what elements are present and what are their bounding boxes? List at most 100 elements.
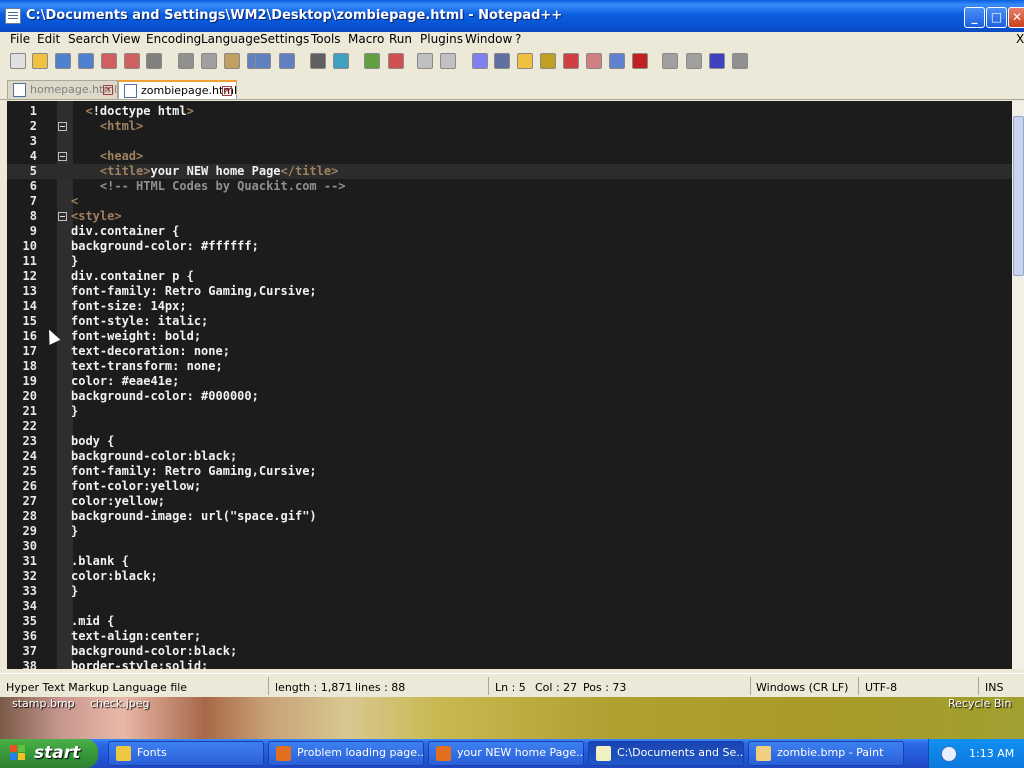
close-all-icon[interactable]	[124, 53, 140, 69]
stop-macro-icon[interactable]	[662, 53, 678, 69]
copy-icon[interactable]	[201, 53, 217, 69]
tab-homepage[interactable]: homepage.html ×	[7, 80, 118, 99]
desktop-icon-stamp[interactable]: stamp.bmp	[12, 697, 75, 710]
folder-icon[interactable]	[586, 53, 602, 69]
function-list-icon[interactable]	[540, 53, 556, 69]
code-line[interactable]: 2 <html>	[7, 119, 1012, 134]
play-macro-icon[interactable]	[686, 53, 702, 69]
doc-map-icon[interactable]	[563, 53, 579, 69]
save-macro-icon[interactable]	[732, 53, 748, 69]
print-icon[interactable]	[146, 53, 162, 69]
code-line[interactable]: 15 font-style: italic;	[7, 314, 1012, 329]
fold-toggle-icon[interactable]	[58, 212, 67, 221]
network-icon[interactable]	[941, 746, 957, 762]
code-line[interactable]: 32 color:black;	[7, 569, 1012, 584]
code-line[interactable]: 14 font-size: 14px;	[7, 299, 1012, 314]
save-icon[interactable]	[55, 53, 71, 69]
code-line[interactable]: 28 background-image: url("space.gif")	[7, 509, 1012, 524]
code-line[interactable]: 23 body {	[7, 434, 1012, 449]
code-line[interactable]: 21}	[7, 404, 1012, 419]
tab-zombiepage[interactable]: zombiepage.html ×	[118, 80, 237, 99]
code-line[interactable]: 36 text-align:center;	[7, 629, 1012, 644]
redo-icon[interactable]	[255, 53, 271, 69]
indent-guide-icon[interactable]	[494, 53, 510, 69]
code-line[interactable]: 31 .blank {	[7, 554, 1012, 569]
desktop-icon-recycle-bin[interactable]: Recycle Bin	[948, 697, 1011, 710]
desktop-icon-check[interactable]: check.jpeg	[90, 697, 150, 710]
code-line[interactable]: 7 <	[7, 194, 1012, 209]
zoom-in-icon[interactable]	[333, 53, 349, 69]
taskbar-task[interactable]: Fonts	[108, 741, 264, 766]
code-line[interactable]: 5 <title>your NEW home Page</title>	[7, 164, 1012, 179]
close-tab-icon[interactable]: ×	[222, 86, 232, 96]
maximize-button[interactable]: □	[986, 7, 1007, 28]
find-icon[interactable]	[279, 53, 295, 69]
menu-plugins[interactable]: Plugins	[420, 32, 463, 46]
code-line[interactable]: 11}	[7, 254, 1012, 269]
code-line[interactable]: 13 font-family: Retro Gaming,Cursive;	[7, 284, 1012, 299]
menu-close-doc[interactable]: X	[1016, 32, 1024, 46]
code-line[interactable]: 8 <style>	[7, 209, 1012, 224]
taskbar-task[interactable]: zombie.bmp - Paint	[748, 741, 904, 766]
menu-window[interactable]: Window	[465, 32, 512, 46]
menu-help[interactable]: ?	[515, 32, 521, 46]
code-line[interactable]: 12 div.container p {	[7, 269, 1012, 284]
code-line[interactable]: 38 border-style:solid;	[7, 659, 1012, 669]
new-file-icon[interactable]	[10, 53, 26, 69]
menu-run[interactable]: Run	[389, 32, 412, 46]
code-line[interactable]: 34	[7, 599, 1012, 614]
taskbar-task[interactable]: C:\Documents and Se...	[588, 741, 744, 766]
code-line[interactable]: 10 background-color: #ffffff;	[7, 239, 1012, 254]
code-line[interactable]: 20 background-color: #000000;	[7, 389, 1012, 404]
paste-icon[interactable]	[224, 53, 240, 69]
code-line[interactable]: 35 .mid {	[7, 614, 1012, 629]
fold-toggle-icon[interactable]	[58, 152, 67, 161]
user-language-icon[interactable]	[517, 53, 533, 69]
start-button[interactable]: start	[0, 739, 98, 768]
replace-icon[interactable]	[310, 53, 326, 69]
run-macro-multiple-icon[interactable]	[709, 53, 725, 69]
menu-macro[interactable]: Macro	[348, 32, 384, 46]
code-line[interactable]: 18 text-transform: none;	[7, 359, 1012, 374]
menu-view[interactable]: View	[112, 32, 140, 46]
sync-vertical-icon[interactable]	[388, 53, 404, 69]
code-line[interactable]: 37 background-color:black;	[7, 644, 1012, 659]
minimize-button[interactable]: _	[964, 7, 985, 28]
save-all-icon[interactable]	[78, 53, 94, 69]
code-line[interactable]: 6 <!-- HTML Codes by Quackit.com -->	[7, 179, 1012, 194]
menu-language[interactable]: Language	[201, 32, 260, 46]
menu-encoding[interactable]: Encoding	[146, 32, 201, 46]
monitoring-icon[interactable]	[609, 53, 625, 69]
menu-settings[interactable]: Settings	[260, 32, 309, 46]
code-line[interactable]: 16 font-weight: bold;	[7, 329, 1012, 344]
code-line[interactable]: 1 <!doctype html>	[7, 104, 1012, 119]
show-all-characters-icon[interactable]	[472, 53, 488, 69]
sync-horizontal-icon[interactable]	[417, 53, 433, 69]
code-line[interactable]: 3	[7, 134, 1012, 149]
fold-toggle-icon[interactable]	[58, 122, 67, 131]
cut-icon[interactable]	[178, 53, 194, 69]
code-line[interactable]: 4 <head>	[7, 149, 1012, 164]
scrollbar-thumb[interactable]	[1013, 116, 1024, 276]
record-macro-icon[interactable]	[632, 53, 648, 69]
code-line[interactable]: 25 font-family: Retro Gaming,Cursive;	[7, 464, 1012, 479]
code-line[interactable]: 17 text-decoration: none;	[7, 344, 1012, 359]
close-icon[interactable]	[101, 53, 117, 69]
word-wrap-icon[interactable]	[440, 53, 456, 69]
notepad-app-icon[interactable]	[5, 8, 21, 24]
code-line[interactable]: 27 color:yellow;	[7, 494, 1012, 509]
code-line[interactable]: 22	[7, 419, 1012, 434]
menu-tools[interactable]: Tools	[311, 32, 341, 46]
taskbar-task[interactable]: Problem loading page...	[268, 741, 424, 766]
code-line[interactable]: 29}	[7, 524, 1012, 539]
menu-file[interactable]: File	[10, 32, 30, 46]
code-line[interactable]: 9 div.container {	[7, 224, 1012, 239]
code-line[interactable]: 33}	[7, 584, 1012, 599]
close-button[interactable]: ✕	[1008, 7, 1024, 28]
code-line[interactable]: 26 font-color:yellow;	[7, 479, 1012, 494]
menu-search[interactable]: Search	[68, 32, 109, 46]
menu-edit[interactable]: Edit	[37, 32, 60, 46]
title-bar[interactable]: C:\Documents and Settings\WM2\Desktop\zo…	[0, 0, 1024, 32]
zoom-out-icon[interactable]	[364, 53, 380, 69]
code-line[interactable]: 19 color: #eae41e;	[7, 374, 1012, 389]
